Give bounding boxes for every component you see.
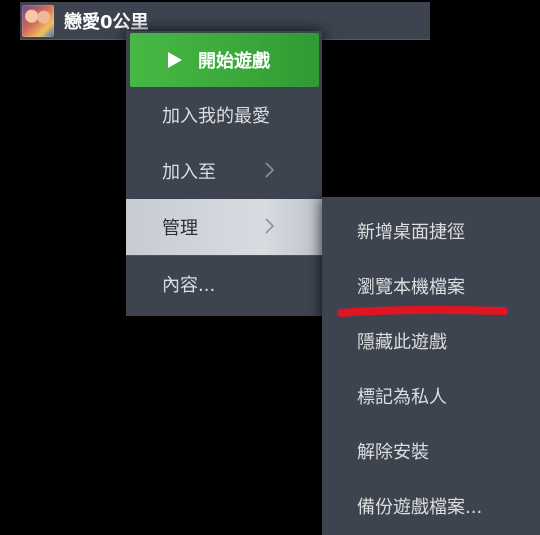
submenu-item-browse-local-files[interactable]: 瀏覽本機檔案 bbox=[322, 258, 540, 313]
submenu-item-label: 標記為私人 bbox=[357, 386, 447, 408]
menu-item-label: 管理 bbox=[162, 218, 198, 239]
game-thumbnail bbox=[22, 4, 54, 37]
menu-item-label: 加入我的最愛 bbox=[162, 106, 270, 127]
play-game-button[interactable]: 開始遊戲 bbox=[130, 33, 319, 87]
submenu-item-hide-game[interactable]: 隱藏此遊戲 bbox=[322, 313, 540, 368]
submenu-item-label: 瀏覽本機檔案 bbox=[357, 276, 465, 298]
submenu-item-label: 新增桌面捷徑 bbox=[357, 221, 465, 243]
play-game-label: 開始遊戲 bbox=[198, 51, 270, 72]
submenu-item-label: 解除安裝 bbox=[357, 441, 429, 463]
game-context-menu: 開始遊戲 加入我的最愛 加入至 管理 內容... bbox=[126, 31, 322, 316]
screen: 戀愛0公里 開始遊戲 加入我的最愛 加入至 管理 內容... 新增桌面捷徑 瀏覽… bbox=[0, 0, 540, 535]
play-icon bbox=[168, 52, 182, 68]
menu-item-label: 加入至 bbox=[162, 162, 216, 183]
chevron-right-icon bbox=[265, 162, 275, 178]
game-title: 戀愛0公里 bbox=[64, 11, 149, 32]
submenu-item-add-desktop-shortcut[interactable]: 新增桌面捷徑 bbox=[322, 203, 540, 258]
submenu-item-uninstall[interactable]: 解除安裝 bbox=[322, 423, 540, 478]
submenu-item-backup-game-files[interactable]: 備份遊戲檔案... bbox=[322, 478, 540, 533]
chevron-right-icon bbox=[265, 218, 275, 234]
submenu-item-label: 隱藏此遊戲 bbox=[357, 331, 447, 353]
menu-item-add-favorites[interactable]: 加入我的最愛 bbox=[126, 87, 322, 143]
submenu-item-label: 備份遊戲檔案... bbox=[357, 496, 483, 518]
menu-item-properties[interactable]: 內容... bbox=[126, 256, 322, 312]
submenu-item-mark-private[interactable]: 標記為私人 bbox=[322, 368, 540, 423]
manage-submenu: 新增桌面捷徑 瀏覽本機檔案 隱藏此遊戲 標記為私人 解除安裝 備份遊戲檔案... bbox=[322, 197, 540, 535]
menu-item-add-to[interactable]: 加入至 bbox=[126, 143, 322, 199]
menu-item-manage[interactable]: 管理 bbox=[126, 199, 322, 255]
menu-item-label: 內容... bbox=[162, 275, 216, 296]
